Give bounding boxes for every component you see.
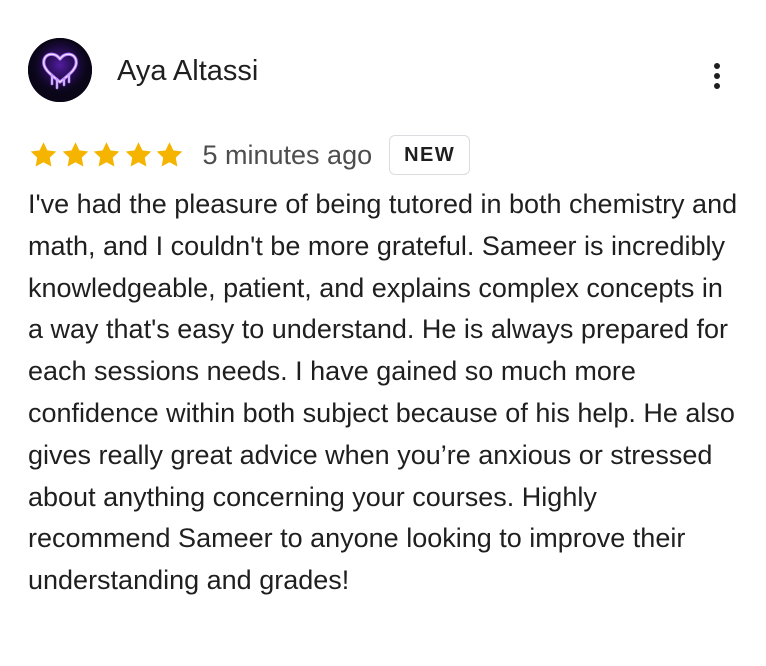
avatar[interactable]: [28, 38, 92, 102]
neon-dripping-heart-icon: [28, 38, 92, 102]
review-text: I've had the pleasure of being tutored i…: [28, 189, 738, 596]
star-icon: [156, 142, 183, 167]
new-badge: NEW: [389, 135, 471, 175]
star-icon: [93, 142, 120, 167]
star-rating: [28, 140, 186, 170]
rating-row: 5 minutes ago NEW: [28, 134, 471, 176]
more-vert-icon: [714, 63, 720, 89]
star-icon: [125, 142, 151, 167]
author-name[interactable]: Aya Altassi: [117, 54, 258, 88]
more-options-button[interactable]: [700, 56, 734, 96]
star-icon: [30, 142, 57, 167]
review-timestamp: 5 minutes ago: [202, 139, 373, 170]
star-icon: [62, 142, 88, 167]
